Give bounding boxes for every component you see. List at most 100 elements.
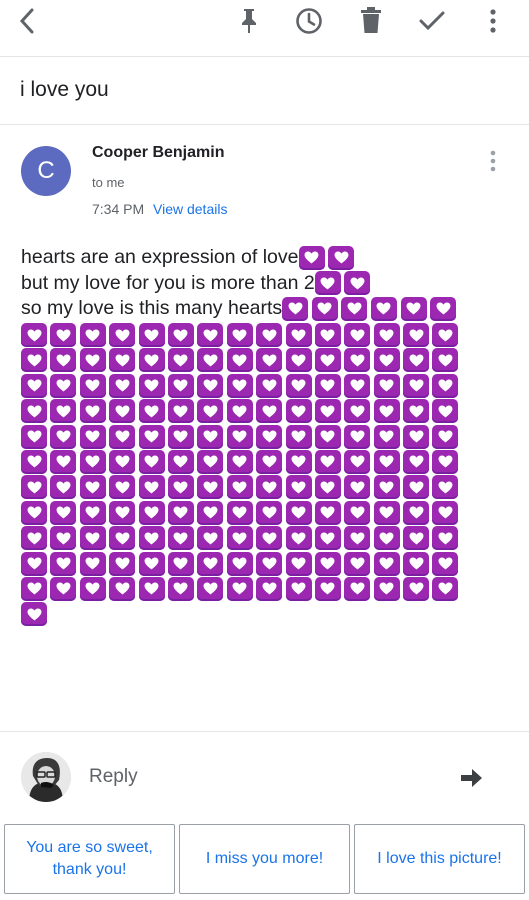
purple-heart-emoji: [167, 424, 194, 449]
purple-heart-emoji: [403, 475, 430, 500]
top-toolbar: [0, 0, 529, 44]
purple-heart-emoji: [432, 526, 459, 551]
purple-heart-emoji: [21, 399, 47, 424]
purple-heart-emoji: [197, 399, 224, 424]
purple-heart-emoji: [256, 373, 283, 398]
purple-heart-emoji: [373, 348, 400, 373]
purple-heart-emoji: [197, 500, 224, 525]
more-icon[interactable]: [478, 6, 508, 36]
purple-heart-emoji: [109, 551, 136, 576]
purple-heart-emoji: [403, 323, 430, 347]
purple-heart-emoji: [109, 475, 136, 500]
pin-icon[interactable]: [234, 6, 264, 36]
view-details-link[interactable]: View details: [153, 201, 227, 217]
purple-heart-emoji: [138, 348, 165, 373]
message-time: 7:34 PM: [92, 201, 145, 217]
purple-heart-emoji: [226, 526, 253, 551]
purple-heart-emoji: [226, 399, 253, 424]
purple-heart-emoji: [167, 373, 194, 398]
clock-icon[interactable]: [294, 6, 324, 36]
purple-heart-emoji: [344, 348, 371, 373]
purple-heart-emoji: [285, 449, 312, 474]
purple-heart-emoji: [373, 373, 400, 398]
purple-heart-emoji: [79, 526, 106, 551]
purple-heart-emoji: [432, 424, 459, 449]
purple-heart-emoji: [344, 500, 371, 525]
reply-arrow-icon[interactable]: [457, 765, 485, 791]
purple-heart-emoji: [167, 449, 194, 474]
trash-icon[interactable]: [356, 6, 386, 36]
purple-heart-emoji: [79, 475, 106, 500]
message-more-icon[interactable]: [482, 148, 504, 174]
purple-heart-emoji: [109, 424, 136, 449]
purple-heart-emoji: [344, 576, 371, 601]
purple-heart-emoji: [344, 475, 371, 500]
smart-reply-label: I miss you more!: [205, 850, 324, 867]
purple-heart-emoji: [50, 576, 77, 601]
body-line-text: but my love for you is more than 2: [21, 271, 315, 294]
smart-reply-chip-2[interactable]: I miss you more!: [179, 824, 350, 894]
purple-heart-emoji: [373, 323, 400, 347]
purple-heart-emoji: [79, 551, 106, 576]
heart-group: [314, 271, 374, 296]
purple-heart-emoji: [138, 424, 165, 449]
email-body: hearts are an expression of love but my …: [21, 245, 491, 322]
smart-reply-chip-3[interactable]: I love this picture!: [354, 824, 525, 894]
purple-heart-emoji: [79, 449, 106, 474]
purple-heart-emoji: [256, 424, 283, 449]
heart-group: [282, 296, 460, 321]
purple-heart-emoji: [314, 475, 341, 500]
purple-heart-emoji: [138, 526, 165, 551]
purple-heart-emoji: [197, 323, 224, 347]
recipient-label[interactable]: to me: [92, 175, 125, 190]
purple-heart-emoji: [314, 551, 341, 576]
purple-heart-emoji: [341, 296, 368, 321]
smart-reply-chip-1[interactable]: You are so sweet, thank you!: [4, 824, 175, 894]
purple-heart-emoji: [197, 576, 224, 601]
purple-heart-emoji: [344, 373, 371, 398]
purple-heart-emoji: [50, 449, 77, 474]
purple-heart-emoji: [403, 500, 430, 525]
purple-heart-emoji: [138, 449, 165, 474]
purple-heart-emoji: [79, 348, 106, 373]
purple-heart-emoji: [79, 323, 106, 347]
heart-grid: [21, 323, 471, 628]
purple-heart-emoji: [79, 373, 106, 398]
purple-heart-emoji: [79, 500, 106, 525]
purple-heart-emoji: [256, 526, 283, 551]
purple-heart-emoji: [328, 245, 355, 270]
purple-heart-emoji: [256, 475, 283, 500]
purple-heart-emoji: [403, 576, 430, 601]
sender-avatar[interactable]: C: [21, 146, 71, 196]
purple-heart-emoji: [403, 424, 430, 449]
purple-heart-emoji: [285, 576, 312, 601]
purple-heart-emoji: [344, 271, 371, 296]
purple-heart-emoji: [197, 373, 224, 398]
purple-heart-emoji: [314, 373, 341, 398]
purple-heart-emoji: [285, 526, 312, 551]
purple-heart-emoji: [226, 424, 253, 449]
check-icon[interactable]: [417, 6, 447, 36]
purple-heart-emoji: [197, 449, 224, 474]
purple-heart-emoji: [50, 323, 77, 347]
purple-heart-emoji: [311, 296, 338, 321]
purple-heart-emoji: [109, 399, 136, 424]
purple-heart-emoji: [298, 245, 325, 270]
reply-label[interactable]: Reply: [89, 766, 138, 788]
purple-heart-emoji: [167, 526, 194, 551]
purple-heart-emoji: [167, 576, 194, 601]
purple-heart-emoji: [403, 449, 430, 474]
purple-heart-emoji: [373, 576, 400, 601]
purple-heart-emoji: [167, 399, 194, 424]
purple-heart-emoji: [373, 526, 400, 551]
purple-heart-emoji: [344, 424, 371, 449]
purple-heart-emoji: [370, 296, 397, 321]
back-icon[interactable]: [12, 6, 42, 36]
purple-heart-emoji: [400, 296, 427, 321]
purple-heart-emoji: [285, 551, 312, 576]
purple-heart-emoji: [285, 323, 312, 347]
purple-heart-emoji: [314, 500, 341, 525]
purple-heart-emoji: [50, 500, 77, 525]
purple-heart-emoji: [138, 576, 165, 601]
purple-heart-emoji: [432, 348, 459, 373]
